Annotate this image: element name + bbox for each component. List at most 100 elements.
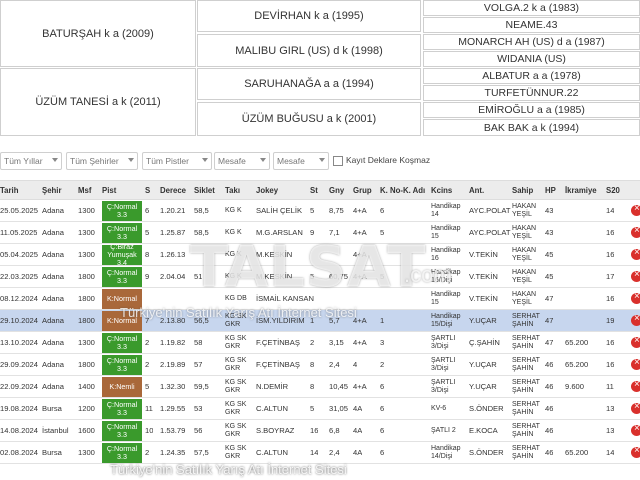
column-header[interactable]: Şehir [42, 186, 62, 195]
pedigree-dam-sire[interactable]: SARUHANAĞA a a (1994) [197, 68, 421, 100]
cell-jokey[interactable]: F.ÇETİNBAŞ [256, 354, 300, 375]
pedigree-sire-dam[interactable]: MALIBU GIRL (US) d k (1998) [197, 34, 421, 67]
column-header[interactable]: Pist [102, 186, 116, 195]
pedigree-dam[interactable]: ÜZÜM TANESİ a k (2011) [0, 68, 196, 136]
table-row[interactable]: 13.10.2024 Adana 1300 Ç:Normal 3.3 2 1.19.82 5… [0, 332, 640, 354]
pedigree-g3-5[interactable]: ALBATUR a a (1978) [423, 68, 640, 84]
pedigree-g3-3[interactable]: MONARCH AH (US) d a (1987) [423, 34, 640, 50]
column-header[interactable]: St [310, 186, 318, 195]
cell-ant[interactable]: E.KOCA [469, 420, 498, 441]
column-header[interactable]: Siklet [194, 186, 215, 195]
delete-icon[interactable] [631, 357, 640, 370]
column-header[interactable]: Sahip [512, 186, 533, 195]
pedigree-sire[interactable]: BATURŞAH k a (2009) [0, 0, 196, 67]
cell-ant[interactable]: V.TEKİN [469, 266, 498, 287]
column-header[interactable]: Tarih [0, 186, 18, 195]
column-header[interactable]: Kcins [431, 186, 452, 195]
cell-ant[interactable]: Y.UÇAR [469, 310, 497, 331]
table-row[interactable]: 14.08.2024 İstanbul 1600 Ç:Normal 3.3 10 1.53… [0, 420, 640, 442]
cell-jokey[interactable]: S.BOYRAZ [256, 420, 294, 441]
cell-jokey[interactable]: N.DEMİR [256, 376, 288, 397]
distance-max-select[interactable]: Mesafe [273, 152, 329, 170]
cell-kcins: Handikap 14 [431, 203, 461, 218]
column-header[interactable]: Jokey [256, 186, 278, 195]
delete-icon[interactable] [631, 401, 640, 414]
delete-icon[interactable] [631, 379, 640, 392]
column-header[interactable]: Msf [78, 186, 91, 195]
cell-st: 8 [310, 360, 315, 369]
delete-icon[interactable] [631, 269, 640, 282]
pedigree-g3-2[interactable]: NEAME.43 [423, 17, 640, 33]
delete-icon[interactable] [631, 335, 640, 348]
cell-city: Adana [42, 338, 64, 347]
delete-icon[interactable] [631, 445, 640, 458]
cell-sahip[interactable]: HAKAN YEŞİL [512, 245, 544, 265]
cell-ant[interactable]: AYC.POLAT [469, 222, 511, 243]
pedigree-g3-1[interactable]: VOLGA.2 k a (1983) [423, 0, 640, 16]
cell-sahip[interactable]: SERHAT ŞAHİN [512, 421, 544, 441]
cell-sahip[interactable]: SERHAT ŞAHİN [512, 399, 544, 419]
cell-kcins: Handikap 15/Dişi [431, 313, 461, 328]
cell-dist: 1300 [78, 250, 95, 259]
pedigree-g3-4[interactable]: WIDANIA (US) [423, 51, 640, 67]
cell-jokey[interactable]: C.ALTUN [256, 442, 288, 463]
cell-sahip[interactable]: HAKAN YEŞİL [512, 267, 544, 287]
cell-ant[interactable]: Y.UÇAR [469, 354, 497, 375]
delete-icon[interactable] [631, 225, 640, 238]
cell-kcins: Handikap 15 [431, 225, 461, 240]
cell-city: Adana [42, 206, 64, 215]
cell-grup: 4+A [353, 382, 367, 391]
column-header[interactable]: HP [545, 186, 556, 195]
track-select[interactable]: Tüm Pistler [142, 152, 212, 170]
cell-ant[interactable]: V.TEKİN [469, 244, 498, 265]
cell-ant[interactable]: Ç.ŞAHİN [469, 332, 500, 353]
pedigree-g3-6[interactable]: TURFETÜNNUR.22 [423, 85, 640, 101]
cell-sahip[interactable]: HAKAN YEŞİL [512, 289, 544, 309]
delete-icon[interactable] [631, 247, 640, 260]
column-header[interactable]: S20 [606, 186, 620, 195]
column-header[interactable]: Takı [225, 186, 240, 195]
table-row[interactable]: 22.09.2024 Adana 1400 K:Nemli 5 1.32.30 59,5 KG… [0, 376, 640, 398]
column-header[interactable]: Grup [353, 186, 372, 195]
cell-ant[interactable]: AYC.POLAT [469, 200, 511, 221]
delete-icon[interactable] [631, 313, 640, 326]
column-header[interactable]: İkramiye [565, 186, 597, 195]
column-header[interactable]: Derece [160, 186, 186, 195]
distance-min-value: Mesafe [218, 156, 246, 166]
column-header[interactable]: Ant. [469, 186, 484, 195]
column-header[interactable]: K. No-K. Adı [380, 186, 425, 195]
cell-jokey[interactable]: F.ÇETİNBAŞ [256, 332, 300, 353]
distance-min-select[interactable]: Mesafe [214, 152, 270, 170]
cell-ant[interactable]: S.ÖNDER [469, 398, 504, 419]
cell-jokey[interactable]: C.ALTUN [256, 398, 288, 419]
cell-jokey[interactable]: SALİH ÇELİK [256, 200, 302, 221]
pedigree-dam-dam[interactable]: ÜZÜM BUĞUSU a k (2001) [197, 102, 421, 136]
table-row[interactable]: 02.08.2024 Bursa 1300 Ç:Normal 3.3 2 1.24.35 5… [0, 442, 640, 464]
column-header[interactable]: S [145, 186, 150, 195]
cell-sahip[interactable]: SERHAT ŞAHİN [512, 311, 544, 331]
cell-s20: 19 [606, 316, 615, 325]
cell-sahip[interactable]: SERHAT ŞAHİN [512, 333, 544, 353]
cell-sahip[interactable]: HAKAN YEŞİL [512, 201, 544, 221]
cell-sahip[interactable]: HAKAN YEŞİL [512, 223, 544, 243]
table-row[interactable]: 25.05.2025 Adana 1300 Ç:Normal 3.3 6 1.20.21 5… [0, 200, 640, 222]
cell-ant[interactable]: S.ÖNDER [469, 442, 504, 463]
cell-sahip[interactable]: SERHAT ŞAHİN [512, 443, 544, 463]
year-select[interactable]: Tüm Yıllar [0, 152, 62, 170]
city-select[interactable]: Tüm Şehirler [66, 152, 138, 170]
pedigree-g3-7[interactable]: EMİROĞLU a a (1985) [423, 102, 640, 118]
delete-icon[interactable] [631, 423, 640, 436]
table-row[interactable]: 29.09.2024 Adana 1800 Ç:Normal 3.3 2 2.19.89 5… [0, 354, 640, 376]
column-header[interactable]: Gny [329, 186, 344, 195]
cell-ant[interactable]: V.TEKİN [469, 288, 498, 309]
delete-icon[interactable] [631, 291, 640, 304]
delete-icon[interactable] [631, 203, 640, 216]
cell-sahip[interactable]: SERHAT ŞAHİN [512, 355, 544, 375]
pedigree-g3-8[interactable]: BAK BAK a k (1994) [423, 119, 640, 136]
pedigree-sire-sire[interactable]: DEVİRHAN k a (1995) [197, 0, 421, 32]
dropdown-caret-icon [128, 158, 134, 162]
cell-ant[interactable]: Y.UÇAR [469, 376, 497, 397]
table-row[interactable]: 19.08.2024 Bursa 1200 Ç:Normal 3.3 11 1.29.55… [0, 398, 640, 420]
checkbox-icon[interactable] [333, 156, 343, 166]
cell-sahip[interactable]: SERHAT ŞAHİN [512, 377, 544, 397]
